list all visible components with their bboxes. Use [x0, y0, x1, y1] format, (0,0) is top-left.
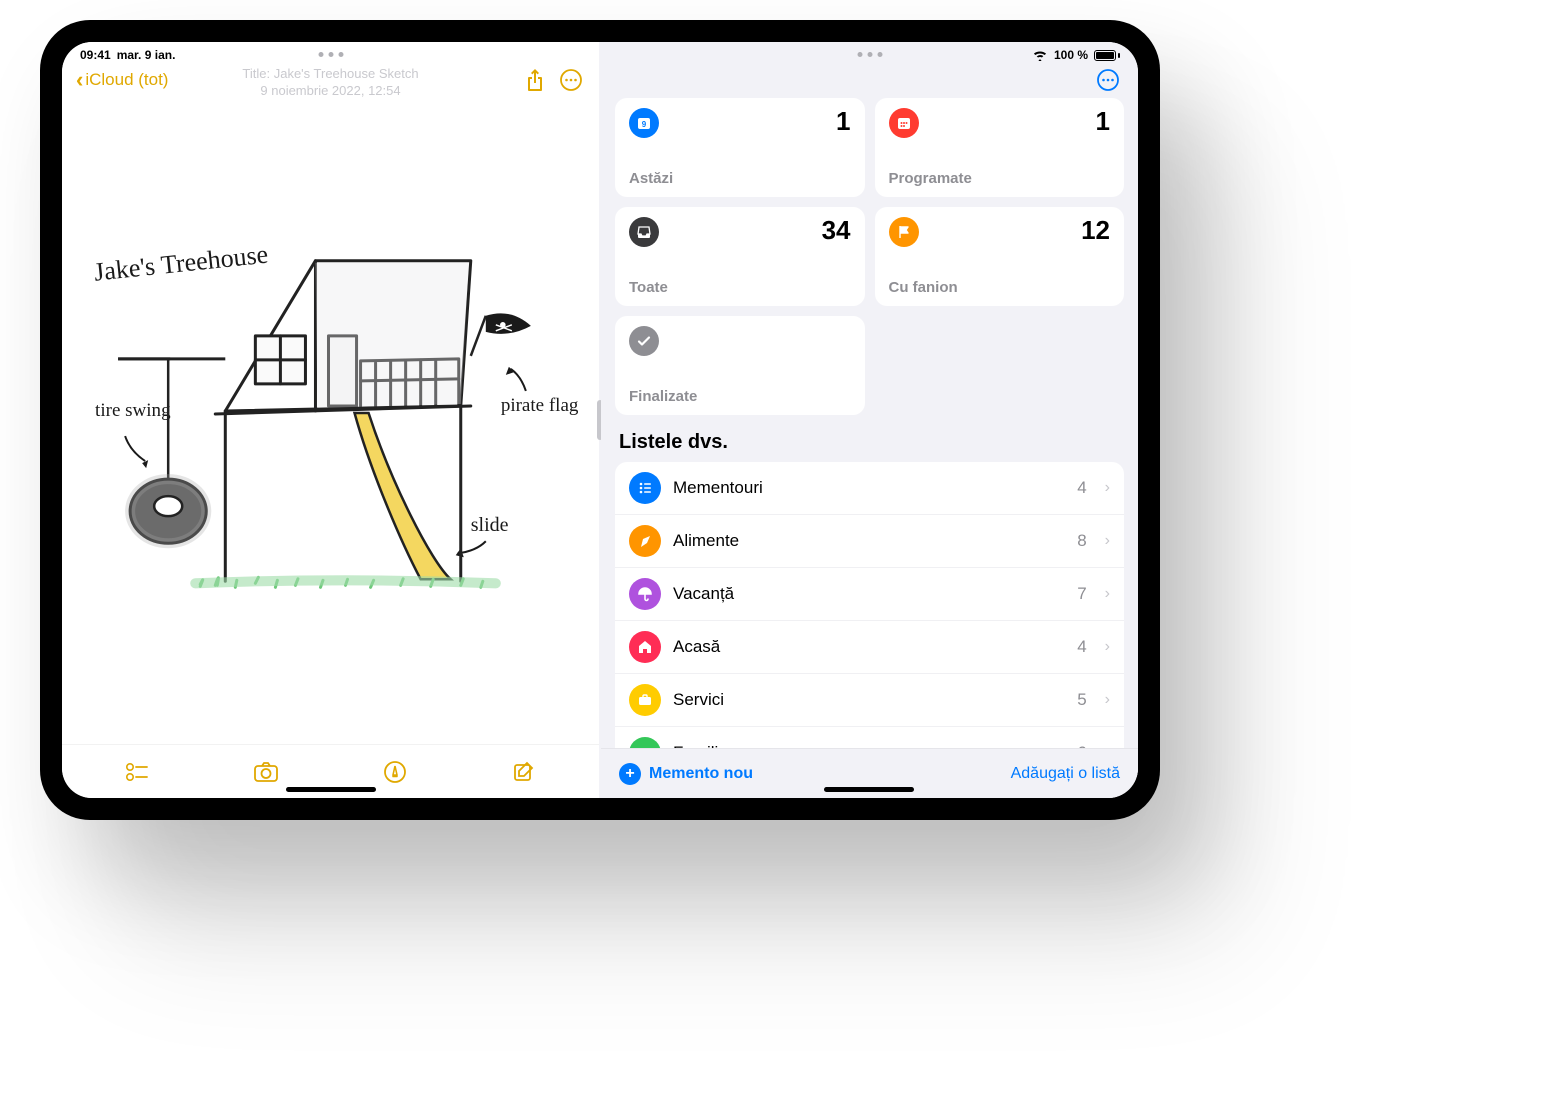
- more-button-reminders[interactable]: [1094, 66, 1122, 94]
- camera-button[interactable]: [251, 757, 281, 787]
- inbox-icon: [629, 217, 659, 247]
- list-name: Alimente: [673, 531, 1065, 551]
- card-scheduled-label: Programate: [889, 170, 1111, 187]
- plus-circle-icon: +: [619, 763, 641, 785]
- card-flagged[interactable]: 12 Cu fanion: [875, 207, 1125, 306]
- checklist-button[interactable]: [122, 757, 152, 787]
- list-name: Servici: [673, 690, 1065, 710]
- handwriting-title: Jake's Treehouse: [93, 240, 270, 287]
- chevron-right-icon: ›: [1105, 479, 1110, 497]
- home-indicator-right[interactable]: [824, 787, 914, 792]
- list-count: 5: [1077, 690, 1086, 710]
- list-count: 4: [1077, 637, 1086, 657]
- home-indicator-left[interactable]: [286, 787, 376, 792]
- calendar-today-icon: 9: [629, 108, 659, 138]
- battery-percent: 100 %: [1054, 48, 1088, 62]
- calendar-icon: [889, 108, 919, 138]
- chevron-right-icon: ›: [1105, 585, 1110, 603]
- more-button-notes[interactable]: [557, 66, 585, 94]
- list-item[interactable]: Servici 5 ›: [615, 674, 1124, 727]
- back-label: iCloud (tot): [85, 70, 168, 90]
- chevron-right-icon: ›: [1105, 691, 1110, 709]
- list-icon: [629, 737, 661, 748]
- reminder-lists: Mementouri4›Alimente8›Vacanță7›Acasă4›Se…: [615, 462, 1124, 748]
- notes-pane: Title: Jake's Treehouse Sketch 9 noiembr…: [62, 42, 599, 798]
- lists-section-title: Listele dvs.: [619, 431, 1120, 454]
- card-today-label: Astăzi: [629, 170, 851, 187]
- share-button[interactable]: [521, 66, 549, 94]
- chevron-left-icon: ‹: [76, 69, 83, 91]
- svg-text:9: 9: [642, 120, 647, 129]
- list-name: Vacanță: [673, 584, 1065, 604]
- list-item[interactable]: Acasă 4 ›: [615, 621, 1124, 674]
- status-time: 09:41: [80, 48, 111, 62]
- list-icon: [629, 578, 661, 610]
- screen: 09:41 mar. 9 ian. 100 % Title: Jake's Tr…: [62, 42, 1138, 798]
- handwriting-slide: slide: [471, 514, 509, 536]
- list-item[interactable]: Alimente 8 ›: [615, 515, 1124, 568]
- reminders-pane: 9 1 Astăzi 1 Programate: [601, 42, 1138, 798]
- card-all-label: Toate: [629, 279, 851, 296]
- checkmark-icon: [629, 326, 659, 356]
- back-button[interactable]: ‹ iCloud (tot): [76, 69, 168, 91]
- card-completed-label: Finalizate: [629, 388, 851, 405]
- ipad-frame: 09:41 mar. 9 ian. 100 % Title: Jake's Tr…: [40, 20, 1160, 820]
- list-name: Mementouri: [673, 478, 1065, 498]
- list-icon: [629, 525, 661, 557]
- card-scheduled[interactable]: 1 Programate: [875, 98, 1125, 197]
- card-all-count: 34: [822, 215, 851, 246]
- list-item[interactable]: Mementouri 4 ›: [615, 462, 1124, 515]
- list-count: 7: [1077, 584, 1086, 604]
- handwriting-tire: tire swing: [95, 400, 171, 421]
- battery-icon: [1094, 50, 1120, 61]
- list-count: 8: [1077, 531, 1086, 551]
- chevron-right-icon: ›: [1105, 638, 1110, 656]
- list-icon: [629, 472, 661, 504]
- card-flagged-count: 12: [1081, 215, 1110, 246]
- card-today[interactable]: 9 1 Astăzi: [615, 98, 865, 197]
- markup-button[interactable]: [380, 757, 410, 787]
- new-reminder-button[interactable]: + Memento nou: [619, 763, 753, 785]
- compose-button[interactable]: [509, 757, 539, 787]
- card-all[interactable]: 34 Toate: [615, 207, 865, 306]
- card-today-count: 1: [836, 106, 850, 137]
- wifi-icon: [1032, 49, 1048, 61]
- card-completed[interactable]: Finalizate: [615, 316, 865, 415]
- flag-icon: [889, 217, 919, 247]
- card-flagged-label: Cu fanion: [889, 279, 1111, 296]
- list-count: 4: [1077, 478, 1086, 498]
- handwriting-pirate: pirate flag: [501, 395, 579, 416]
- list-icon: [629, 684, 661, 716]
- status-date: mar. 9 ian.: [117, 48, 176, 62]
- reminders-content[interactable]: 9 1 Astăzi 1 Programate: [601, 98, 1138, 748]
- add-list-button[interactable]: Adăugați o listă: [1011, 765, 1120, 783]
- chevron-right-icon: ›: [1105, 532, 1110, 550]
- list-item[interactable]: Familie6›: [615, 727, 1124, 748]
- list-name: Acasă: [673, 637, 1065, 657]
- list-icon: [629, 631, 661, 663]
- note-drawing[interactable]: Jake's Treehouse tire swing pirate flag …: [62, 98, 599, 744]
- card-scheduled-count: 1: [1096, 106, 1110, 137]
- list-item[interactable]: Vacanță 7 ›: [615, 568, 1124, 621]
- status-bar: 09:41 mar. 9 ian. 100 %: [62, 42, 1138, 66]
- new-reminder-label: Memento nou: [649, 765, 753, 783]
